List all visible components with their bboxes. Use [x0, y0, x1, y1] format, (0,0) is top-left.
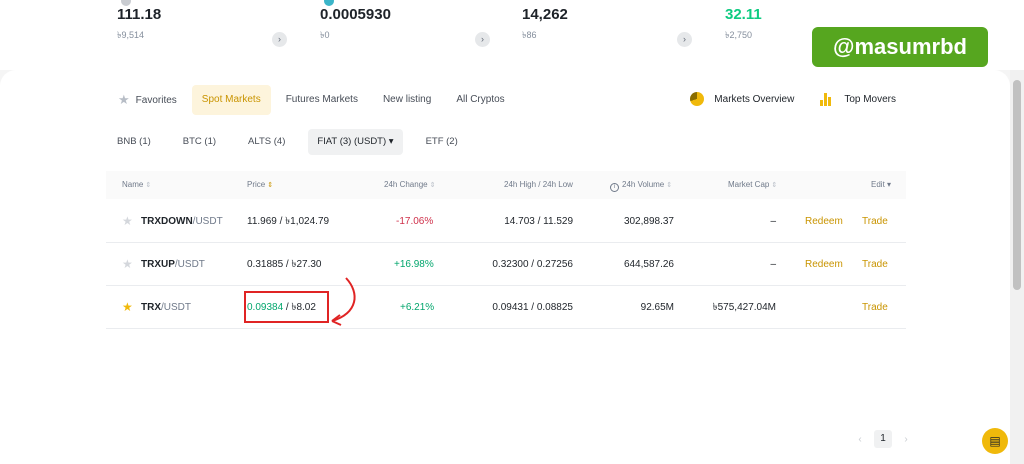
change-cell: -17.06%	[396, 216, 434, 227]
tab-favorites[interactable]: ★ Favorites	[108, 85, 187, 115]
market-links: Markets Overview Top Movers	[664, 92, 896, 106]
trade-link[interactable]: Trade	[862, 200, 888, 243]
annotation-highlight-box	[244, 291, 329, 323]
bar-chart-icon	[820, 92, 834, 106]
header-label: Name	[122, 180, 144, 189]
high-low-cell: 0.32300 / 0.27256	[492, 259, 573, 270]
chevron-right-icon[interactable]: ›	[896, 434, 916, 445]
column-header-market-cap[interactable]: Market Cap ⇕	[728, 171, 777, 199]
market-cap-cell: ৳575,427.04M	[712, 302, 776, 313]
price-cell: 0.31885 / ৳27.30	[247, 259, 322, 270]
change-cell: +6.21%	[400, 302, 435, 313]
volume-cell: 92.65M	[640, 302, 674, 313]
table-header: Name ⇕ Price ⇕ 24h Change ⇕ 24h High / 24h …	[106, 171, 906, 199]
market-cap-cell: –	[770, 216, 776, 227]
pair-symbol: TRXUP/USDT	[141, 259, 205, 270]
markets-overview-link[interactable]: Markets Overview	[690, 92, 794, 106]
page-number-button[interactable]: 1	[874, 430, 892, 448]
table-row[interactable]: ★ TRX/USDT 0.09384 / ৳8.02 +6.21% 0.0943…	[106, 286, 906, 329]
favorite-star-icon[interactable]: ★	[122, 200, 133, 243]
sort-icon: ⇕	[145, 182, 152, 189]
pie-chart-icon	[690, 92, 705, 106]
scrollbar-thumb[interactable]	[1013, 80, 1021, 290]
stat-value: 0.0005930	[320, 6, 391, 23]
redeem-link[interactable]: Redeem	[805, 200, 843, 243]
stat-fiat-value: ৳9,514	[117, 30, 145, 40]
chevron-right-icon[interactable]: ›	[475, 32, 490, 47]
change-cell: +16.98%	[394, 259, 434, 270]
header-label: Price	[247, 180, 266, 189]
stat-fiat-value: ৳0	[320, 30, 330, 40]
pair-symbol: TRXDOWN/USDT	[141, 216, 223, 227]
high-low-cell: 0.09431 / 0.08825	[492, 302, 573, 313]
market-cap-cell: –	[770, 259, 776, 270]
sort-icon: ⇕	[429, 182, 436, 189]
stat-card[interactable]: 0.0005930 ৳0 ›	[320, 0, 500, 47]
link-label: Top Movers	[844, 93, 896, 105]
pair-symbol: TRX/USDT	[141, 302, 191, 313]
favorite-star-icon[interactable]: ★	[122, 286, 133, 329]
favorite-star-icon[interactable]: ★	[122, 243, 133, 286]
tab-all-cryptos[interactable]: All Cryptos	[446, 85, 514, 115]
link-label: Markets Overview	[714, 93, 795, 105]
top-movers-link[interactable]: Top Movers	[820, 92, 896, 106]
column-header-high-low: 24h High / 24h Low	[504, 180, 573, 189]
tab-futures-markets[interactable]: Futures Markets	[276, 85, 368, 115]
header-label: Market Cap	[728, 180, 770, 189]
tab-btc[interactable]: BTC (1)	[174, 129, 225, 155]
high-low-cell: 14.703 / 11.529	[504, 216, 573, 227]
trade-link[interactable]: Trade	[862, 286, 888, 329]
chevron-right-icon[interactable]: ›	[677, 32, 692, 47]
stat-fiat-value: ৳86	[522, 30, 537, 40]
tab-label: Favorites	[135, 95, 177, 106]
sort-icon: ⇕	[666, 182, 673, 189]
column-header-change[interactable]: 24h Change ⇕	[384, 171, 435, 199]
stat-card[interactable]: 14,262 ৳86 ›	[522, 6, 702, 47]
annotation-arrow-icon	[331, 277, 356, 326]
table-row[interactable]: ★ TRXUP/USDT 0.31885 / ৳27.30 +16.98% 0.…	[106, 243, 906, 286]
quote-filter-tabs: BNB (1) BTC (1) ALTS (4) FIAT (3) (USDT)…	[108, 129, 481, 155]
volume-cell: 644,587.26	[623, 259, 674, 270]
column-header-volume[interactable]: i 24h Volume ⇕	[610, 171, 672, 199]
tab-spot-markets[interactable]: Spot Markets	[191, 85, 271, 115]
sort-icon: ⇕	[267, 182, 274, 189]
tab-fiat-dropdown[interactable]: FIAT (3) (USDT) ▾	[308, 129, 403, 155]
price-cell: 11.969 / ৳1,024.79	[247, 216, 330, 227]
stat-value: 14,262	[522, 6, 568, 23]
info-icon: i	[610, 183, 619, 192]
volume-cell: 302,898.37	[623, 216, 674, 227]
pagination: ‹ 1 ›	[850, 430, 916, 448]
header-label: 24h Volume	[622, 180, 665, 189]
watermark-label: @masumrbd	[812, 27, 988, 67]
stat-value: 32.11	[725, 6, 762, 23]
table-row[interactable]: ★ TRXDOWN/USDT 11.969 / ৳1,024.79 -17.06…	[106, 200, 906, 243]
chevron-left-icon[interactable]: ‹	[850, 434, 870, 445]
column-header-name[interactable]: Name ⇕	[122, 171, 151, 199]
stat-value: 111.18	[117, 6, 162, 23]
star-icon: ★	[118, 92, 130, 107]
market-tabs: ★ Favorites Spot Markets Futures Markets …	[108, 85, 520, 115]
edit-columns-button[interactable]: Edit ▾	[871, 171, 891, 199]
redeem-link[interactable]: Redeem	[805, 243, 843, 286]
sort-icon: ⇕	[771, 182, 778, 189]
tab-alts[interactable]: ALTS (4)	[239, 129, 294, 155]
stat-card[interactable]: 111.18 ৳9,514 ›	[117, 0, 297, 47]
column-header-price[interactable]: Price ⇕	[247, 171, 273, 199]
chevron-right-icon[interactable]: ›	[272, 32, 287, 47]
chat-support-icon[interactable]: ▤	[982, 428, 1008, 454]
scrollbar[interactable]	[1010, 70, 1024, 464]
tab-new-listing[interactable]: New listing	[373, 85, 441, 115]
tab-bnb[interactable]: BNB (1)	[108, 129, 160, 155]
trade-link[interactable]: Trade	[862, 243, 888, 286]
tab-etf[interactable]: ETF (2)	[417, 129, 467, 155]
header-label: 24h Change	[384, 180, 428, 189]
